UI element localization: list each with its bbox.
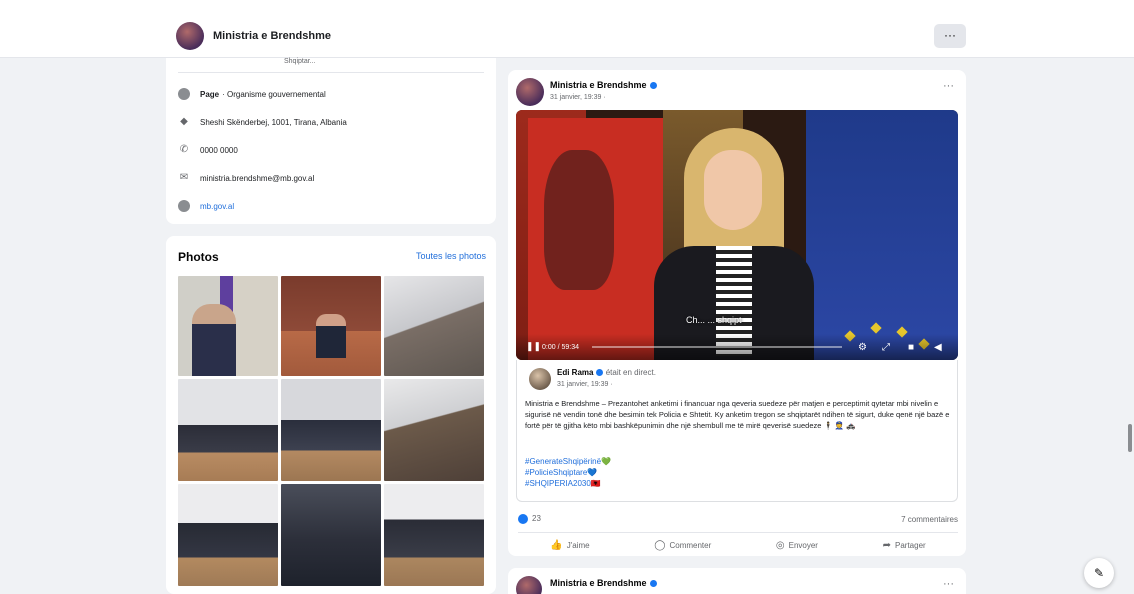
compose-message-button[interactable]: ✎ <box>1084 558 1114 588</box>
see-all-photos-link[interactable]: Toutes les photos <box>416 251 486 261</box>
post-author-name[interactable]: Ministria e Brendshme <box>550 578 657 588</box>
photos-title: Photos <box>178 250 219 264</box>
top-strip <box>0 0 1134 14</box>
shared-author-avatar[interactable] <box>529 368 551 390</box>
shared-timestamp[interactable]: 31 janvier, 19:39 · <box>557 381 613 388</box>
hashtag-link[interactable]: #SHQIPERIA2030🇦🇱 <box>525 478 611 489</box>
intro-email-row: ✉ ministria.brendshme@mb.gov.al <box>178 170 314 186</box>
photo-thumbnail[interactable] <box>178 484 278 586</box>
thumbs-up-icon: 👍 <box>550 539 563 551</box>
hashtag-link[interactable]: #GenerateShqipërinë💚 <box>525 456 611 467</box>
photo-thumbnail[interactable] <box>384 276 484 376</box>
flag-eagle <box>544 150 614 290</box>
photos-card: Photos Toutes les photos <box>166 236 496 594</box>
photo-thumbnail[interactable] <box>384 379 484 481</box>
compose-icon: ✎ <box>1093 566 1105 580</box>
verified-badge-icon <box>649 580 657 588</box>
shared-author-name[interactable]: Edi Rama <box>557 368 593 377</box>
email-text[interactable]: ministria.brendshme@mb.gov.al <box>200 174 314 183</box>
shared-author-line: Edi Rama était en direct. <box>557 368 656 377</box>
page-header: Ministria e Brendshme ··· <box>0 14 1134 58</box>
intro-phone-row: ✆ 0000 0000 <box>178 142 238 158</box>
post-more-button[interactable]: ··· <box>943 80 954 92</box>
comment-button[interactable]: ◯ Commenter <box>654 536 711 554</box>
pause-icon[interactable]: ❚❚ <box>526 341 541 352</box>
send-label: Envoyer <box>788 540 818 550</box>
photo-thumbnail[interactable] <box>281 379 381 481</box>
category-label: Page <box>200 89 220 99</box>
post-more-button[interactable]: ··· <box>943 578 954 590</box>
category-value: · Organisme gouvernemental <box>222 89 326 99</box>
post-author-label[interactable]: Ministria e Brendshme <box>550 578 647 588</box>
intro-address-row: ◆ Sheshi Skënderbej, 1001, Tirana, Alban… <box>178 114 347 130</box>
photo-thumbnail[interactable] <box>178 379 278 481</box>
photo-thumbnail[interactable] <box>178 276 278 376</box>
website-link[interactable]: mb.gov.al <box>200 202 234 211</box>
fullscreen-icon[interactable]: ⤢ <box>882 342 890 353</box>
post-card: Ministria e Brendshme ··· <box>508 568 966 594</box>
photo-thumbnail[interactable] <box>281 276 381 376</box>
eu-flag <box>806 110 958 360</box>
post-stats: 23 7 commentaires <box>518 514 958 528</box>
post-card: Ministria e Brendshme 31 janvier, 19:39 … <box>508 70 966 556</box>
email-icon: ✉ <box>179 172 189 183</box>
intro-truncated-text: Shqiptar... <box>284 58 316 65</box>
phone-icon: ✆ <box>179 144 189 155</box>
hashtags: #GenerateShqipërinë💚 #PolicieShqiptare💙 … <box>525 456 611 489</box>
send-button[interactable]: ◎ Envoyer <box>776 536 818 554</box>
like-button[interactable]: 👍 J'aime <box>550 536 589 554</box>
shared-post-text: Ministria e Brendshme – Prezantohet anke… <box>525 399 950 430</box>
comment-label: Commenter <box>669 540 712 550</box>
post-timestamp[interactable]: 31 janvier, 19:39 · <box>550 94 606 101</box>
actions-divider <box>518 532 958 533</box>
post-author-avatar[interactable] <box>516 78 544 106</box>
address-text: Sheshi Skënderbej, 1001, Tirana, Albania <box>200 117 347 127</box>
hashtag-link[interactable]: #PolicieShqiptare💙 <box>525 467 611 478</box>
post-author-label[interactable]: Ministria e Brendshme <box>550 80 647 90</box>
comments-count[interactable]: 7 commentaires <box>901 515 958 524</box>
video-progress-bar[interactable] <box>592 346 842 348</box>
page-avatar[interactable] <box>176 22 204 50</box>
intro-website-row: mb.gov.al <box>178 198 234 214</box>
pip-icon[interactable]: ■ <box>908 342 914 353</box>
share-button[interactable]: ➦ Partager <box>883 536 926 554</box>
video-player[interactable]: Ch... ... shqipt ❚❚ 0:00 / 59:34 ⚙ ⤢ ■ ◀ <box>516 110 958 360</box>
likes-count[interactable]: 23 <box>532 514 541 523</box>
post-author-name[interactable]: Ministria e Brendshme <box>550 80 657 90</box>
photo-thumbnail[interactable] <box>384 484 484 586</box>
share-icon: ➦ <box>882 539 891 551</box>
video-time: 0:00 / 59:34 <box>542 344 579 351</box>
comment-icon: ◯ <box>654 539 666 551</box>
photo-thumbnail[interactable] <box>281 484 381 586</box>
video-controls: ❚❚ 0:00 / 59:34 ⚙ ⤢ ■ ◀ <box>516 334 958 360</box>
video-caption: Ch... ... shqipt <box>686 315 742 325</box>
speaker-figure <box>654 128 814 360</box>
volume-icon[interactable]: ◀ <box>934 342 942 353</box>
page-title[interactable]: Ministria e Brendshme <box>213 30 331 42</box>
messenger-icon: ◎ <box>775 539 785 551</box>
post-actions: 👍 J'aime ◯ Commenter ◎ Envoyer ➦ Partager <box>518 536 958 554</box>
location-pin-icon: ◆ <box>180 116 188 127</box>
speaker-face <box>704 150 762 230</box>
verified-badge-icon <box>596 369 604 377</box>
post-author-avatar[interactable] <box>516 576 542 594</box>
like-label: J'aime <box>566 540 590 550</box>
shared-live-label: était en direct. <box>605 368 656 377</box>
intro-category-row: Page · Organisme gouvernemental <box>178 86 326 102</box>
scrollbar-thumb[interactable] <box>1128 424 1132 452</box>
intro-card: Shqiptar... Page · Organisme gouvernemen… <box>166 58 496 224</box>
shared-post[interactable]: Edi Rama était en direct. 31 janvier, 19… <box>516 360 958 502</box>
intro-divider <box>178 72 484 73</box>
info-icon <box>178 88 190 100</box>
phone-text: 0000 0000 <box>200 145 238 155</box>
globe-icon <box>178 200 190 212</box>
share-label: Partager <box>895 540 926 550</box>
verified-badge-icon <box>649 82 657 90</box>
more-options-button[interactable]: ··· <box>934 24 966 48</box>
settings-icon[interactable]: ⚙ <box>858 342 867 353</box>
like-reaction-icon <box>518 514 528 524</box>
